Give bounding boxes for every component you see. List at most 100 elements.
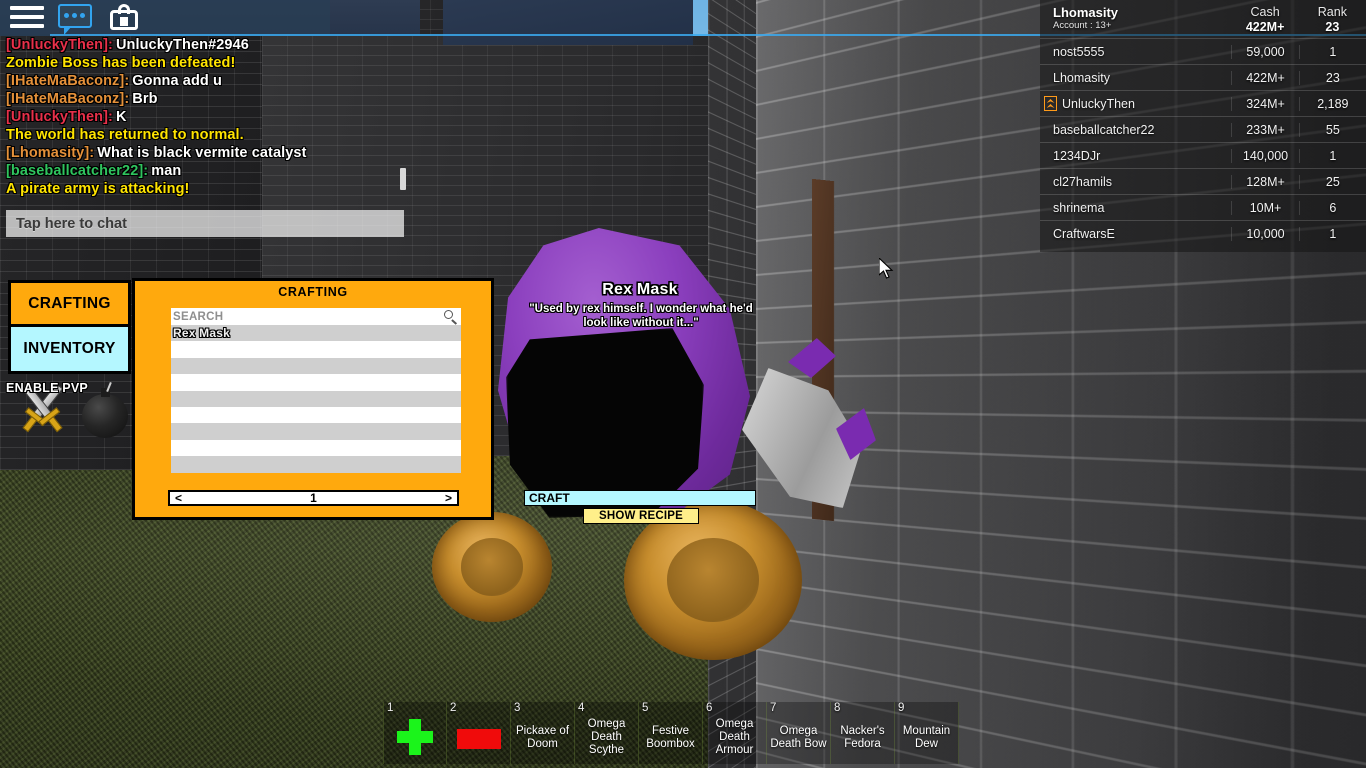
rank-badge-icon bbox=[1044, 96, 1057, 111]
hotbar-slot-5[interactable]: 5 Festive Boombox bbox=[639, 702, 703, 764]
leaderboard-rank-cell: 6 bbox=[1298, 200, 1366, 215]
rank-column-header: Rank 23 bbox=[1299, 5, 1366, 34]
leaderboard-player-name: cl27hamils bbox=[1053, 174, 1113, 189]
search-input[interactable]: SEARCH bbox=[171, 308, 461, 325]
leaderboard-rows: nost5555 59,000 1 Lhomasity 422M+ 23 UnluckyTh… bbox=[1040, 38, 1366, 246]
chat-input[interactable]: Tap here to chat bbox=[6, 210, 404, 237]
leaderboard-cash-cell: 59,000 bbox=[1231, 44, 1298, 59]
leaderboard-rank-cell: 2,189 bbox=[1298, 96, 1366, 111]
leaderboard-player-name-cell: 1234DJr bbox=[1040, 149, 1231, 163]
hotbar-slot-key: 2 bbox=[450, 702, 457, 714]
leaderboard-player-name: 1234DJr bbox=[1053, 148, 1101, 163]
chat-author: [IHateMaBaconz]: bbox=[6, 73, 130, 89]
hotbar-slot-9[interactable]: 9 Mountain Dew bbox=[895, 702, 959, 764]
craft-list-item[interactable] bbox=[171, 390, 461, 407]
search-placeholder: SEARCH bbox=[173, 310, 224, 323]
hotbar-slot-key: 7 bbox=[770, 702, 777, 714]
hotbar-slot-1[interactable]: 1 bbox=[383, 702, 447, 764]
next-page-button[interactable]: > bbox=[445, 491, 452, 505]
cash-header-label: Cash bbox=[1250, 5, 1280, 19]
leaderboard-row[interactable]: UnluckyThen 324M+ 2,189 bbox=[1040, 90, 1366, 116]
hotbar-item-label: Festive Boombox bbox=[646, 724, 695, 750]
hotbar-slot-key: 4 bbox=[578, 702, 585, 714]
mouse-cursor bbox=[878, 256, 895, 280]
hotbar-slot-2[interactable]: 2 bbox=[447, 702, 511, 764]
enable-pvp-button[interactable]: ENABLE PVP bbox=[6, 382, 88, 438]
leaderboard-player-name-cell: Lhomasity bbox=[1040, 71, 1231, 85]
craft-list-item[interactable] bbox=[171, 406, 461, 424]
tab-crafting[interactable]: CRAFTING bbox=[8, 280, 131, 327]
craft-list-item[interactable] bbox=[171, 357, 461, 375]
leaderboard-row[interactable]: shrinema 10M+ 6 bbox=[1040, 194, 1366, 220]
leaderboard-rank-cell: 1 bbox=[1298, 44, 1366, 59]
craft-list-item[interactable] bbox=[171, 439, 461, 457]
hotbar-slot-4[interactable]: 4 Omega Death Scythe bbox=[575, 702, 639, 764]
leaderboard-rank-cell: 55 bbox=[1298, 122, 1366, 137]
rank-header-label: Rank bbox=[1317, 5, 1347, 19]
hotbar-item-label: Omega Death Armour bbox=[715, 718, 754, 756]
leaderboard-rank-cell: 1 bbox=[1298, 226, 1366, 241]
leaderboard-player-name-cell: CraftwarsE bbox=[1040, 227, 1231, 241]
crafting-item-list[interactable]: SEARCH Rex Mask bbox=[171, 308, 461, 473]
leaderboard-row[interactable]: CraftwarsE 10,000 1 bbox=[1040, 220, 1366, 246]
hotbar-slot-key: 8 bbox=[834, 702, 841, 714]
hotbar-slot-key: 9 bbox=[898, 702, 905, 714]
chat-text: K bbox=[115, 109, 127, 125]
chat-author: [baseballcatcher22]: bbox=[6, 163, 149, 179]
leaderboard-row[interactable]: cl27hamils 128M+ 25 bbox=[1040, 168, 1366, 194]
leaderboard-row[interactable]: Lhomasity 422M+ 23 bbox=[1040, 64, 1366, 90]
hotbar-slot-key: 1 bbox=[387, 702, 394, 714]
hotbar-slot-6[interactable]: 6 Omega Death Armour bbox=[703, 702, 767, 764]
account-age-label: Account : 13+ bbox=[1053, 20, 1112, 31]
craft-list-item[interactable] bbox=[171, 341, 461, 358]
leaderboard-cash-cell: 233M+ bbox=[1231, 122, 1298, 137]
leaderboard-player-name-cell: cl27hamils bbox=[1040, 175, 1231, 189]
craft-list-item[interactable]: Rex Mask bbox=[171, 325, 461, 342]
show-recipe-button[interactable]: SHOW RECIPE bbox=[583, 508, 699, 524]
bomb-icon[interactable] bbox=[82, 381, 130, 438]
chat-system-text: The world has returned to normal. bbox=[6, 127, 244, 143]
gold-ring bbox=[432, 512, 552, 622]
craft-list-item[interactable] bbox=[171, 423, 461, 440]
crafting-window: CRAFTING SEARCH Rex Mask bbox=[132, 278, 494, 520]
hotbar-slot-3[interactable]: 3 Pickaxe of Doom bbox=[511, 702, 575, 764]
craft-button[interactable]: CRAFT bbox=[524, 490, 756, 506]
hotbar: 1 2 3 Pickaxe of Doom 4 Omega Death Scythe 5 Fe… bbox=[383, 702, 959, 764]
leaderboard-cash-cell: 140,000 bbox=[1231, 148, 1298, 163]
craft-list-item[interactable] bbox=[171, 456, 461, 473]
craft-list-item-label: Rex Mask bbox=[173, 326, 230, 341]
hotbar-item-label: Pickaxe of Doom bbox=[515, 724, 570, 750]
panel-tabs: CRAFTING INVENTORY bbox=[8, 280, 131, 374]
leaderboard-row[interactable]: nost5555 59,000 1 bbox=[1040, 38, 1366, 64]
leaderboard-row[interactable]: baseballcatcher22 233M+ 55 bbox=[1040, 116, 1366, 142]
chat-author: [UnluckyThen]: bbox=[6, 37, 113, 53]
hotbar-item-label: Omega Death Scythe bbox=[587, 718, 626, 756]
page-number: 1 bbox=[310, 491, 317, 505]
craft-list-item[interactable] bbox=[171, 374, 461, 391]
hotbar-slot-7[interactable]: 7 Omega Death Bow bbox=[767, 702, 831, 764]
chat-system-message: Zombie Boss has been defeated! bbox=[0, 54, 404, 72]
hamburger-menu-icon[interactable] bbox=[10, 6, 44, 32]
leaderboard-cash-cell: 10M+ bbox=[1231, 200, 1298, 215]
prev-page-button[interactable]: < bbox=[175, 491, 182, 505]
leaderboard-row[interactable]: 1234DJr 140,000 1 bbox=[1040, 142, 1366, 168]
backpack-icon[interactable] bbox=[110, 4, 142, 34]
health-plus-icon bbox=[397, 719, 433, 755]
leaderboard-player-name-cell: nost5555 bbox=[1040, 45, 1231, 59]
tab-inventory[interactable]: INVENTORY bbox=[8, 327, 131, 374]
crafting-pager: < 1 > bbox=[168, 490, 459, 506]
leaderboard-player-name: UnluckyThen bbox=[1062, 96, 1135, 111]
chat-scrollbar[interactable] bbox=[400, 168, 406, 190]
chat-author: [IHateMaBaconz]: bbox=[6, 91, 130, 107]
gold-ring bbox=[624, 500, 802, 660]
hotbar-slot-8[interactable]: 8 Nacker's Fedora bbox=[831, 702, 895, 764]
hotbar-item-label: Mountain Dew bbox=[902, 724, 951, 750]
chat-bubble-icon[interactable] bbox=[58, 4, 94, 35]
magnifier-icon[interactable] bbox=[443, 309, 458, 324]
pvp-controls: ENABLE PVP bbox=[6, 378, 130, 440]
chat-text: UnluckyThen#2946 bbox=[115, 37, 249, 53]
chat-author: [UnluckyThen]: bbox=[6, 109, 113, 125]
chat-message: [IHateMaBaconz]: Gonna add u bbox=[0, 72, 404, 90]
item-preview-description: "Used by rex himself. I wonder what he'd… bbox=[529, 303, 753, 329]
building-window bbox=[443, 0, 693, 45]
